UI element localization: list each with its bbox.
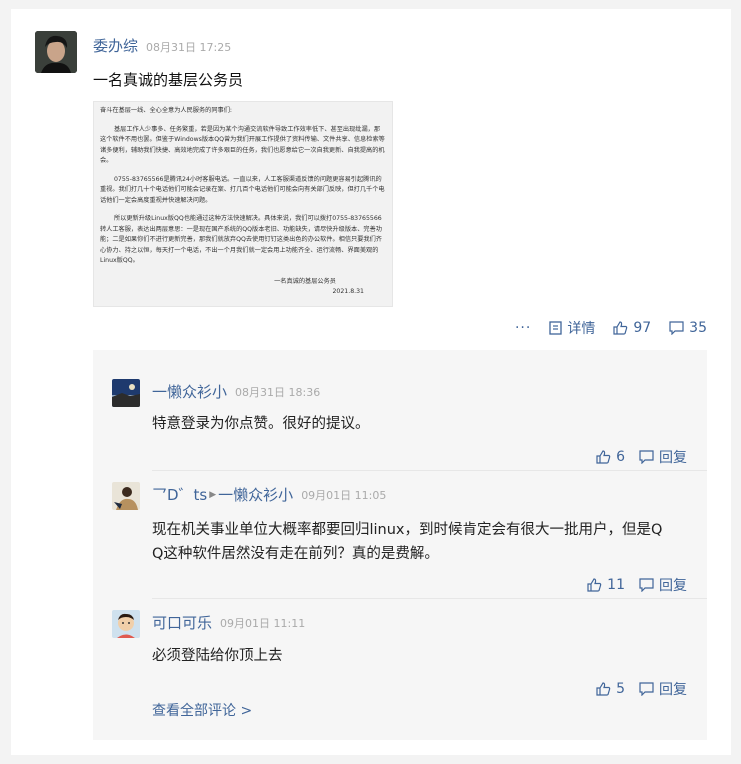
- letter-paragraph-3: 所以更新升级Linux版QQ也能通过这种方法快速解决。具体来说，我们可以拨打07…: [100, 215, 382, 264]
- comment-button[interactable]: 35: [669, 320, 707, 336]
- comment-divider: [152, 598, 707, 599]
- letter-paragraph-2: 0755-83765566是腾讯24小时客服电话。一直以来，人工客服渠道反馈的问…: [100, 175, 385, 204]
- post-time: 08月31日 17:25: [146, 41, 232, 54]
- comment-text: 必须登陆给你顶上去: [152, 648, 283, 664]
- post-image-letter[interactable]: 奋斗在基层一线、全心全意为人民服务的同事们: 基层工作人少事多、任务繁重，若是因…: [93, 101, 393, 307]
- comment-like-button[interactable]: 5: [596, 681, 625, 697]
- commenter-avatar[interactable]: [112, 482, 140, 510]
- author-avatar[interactable]: [35, 31, 77, 73]
- comment-like-count: 6: [616, 449, 625, 465]
- thumbs-up-icon: [587, 578, 602, 592]
- comment-text-line: 现在机关事业单位大概率都要回归linux，到时候肯定会有很大一批用户，但是Q: [152, 522, 663, 538]
- view-all-comments-link[interactable]: 查看全部评论 >: [152, 700, 252, 720]
- commenter-name[interactable]: 一懒众衫小: [152, 381, 227, 402]
- reply-button[interactable]: 回复: [639, 447, 687, 467]
- comment-time: 09月01日 11:05: [301, 488, 387, 502]
- comment-icon: [639, 682, 654, 696]
- comment-like-count: 11: [607, 577, 625, 593]
- like-count: 97: [633, 320, 652, 336]
- comment-time: 08月31日 18:36: [235, 385, 321, 399]
- comment-text: 特意登录为你点赞。很好的提议。: [152, 416, 370, 432]
- letter-signature: 一名真诚的基层公务员: [274, 277, 336, 285]
- comment-actions: 5 回复: [596, 679, 687, 699]
- detail-button[interactable]: 详情: [549, 318, 595, 338]
- letter-paragraph-1: 基层工作人少事多、任务繁重，若是因为某个沟通交流软件导致工作效率低下、甚至出现纰…: [100, 125, 385, 165]
- reply-to-name[interactable]: 一懒众衫小: [218, 484, 293, 505]
- detail-label: 详情: [567, 321, 596, 337]
- post-author-name[interactable]: 委办综: [93, 37, 138, 55]
- comment-header: 可口可乐 09月01日 11:11: [152, 612, 305, 633]
- comment-like-button[interactable]: 11: [587, 577, 625, 593]
- thumbs-up-icon: [613, 321, 628, 335]
- thumbs-up-icon: [596, 682, 611, 696]
- comment-count: 35: [689, 320, 707, 336]
- comment-text: 现在机关事业单位大概率都要回归linux，到时候肯定会有很大一批用户，但是Q Q…: [152, 518, 662, 566]
- letter-date: 2021.8.31: [332, 288, 365, 295]
- comment-icon: [639, 578, 654, 592]
- reply-label: 回复: [659, 578, 687, 594]
- post-author[interactable]: 委办综 08月31日 17:25: [93, 35, 231, 56]
- commenter-name[interactable]: 乛D゛ts: [152, 484, 207, 505]
- commenter-avatar[interactable]: [112, 379, 140, 407]
- comment-header: 乛D゛ts ▶ 一懒众衫小 09月01日 11:05: [152, 484, 386, 505]
- commenter-avatar[interactable]: [112, 610, 140, 638]
- post-actions: ··· 详情 97 35: [515, 318, 707, 338]
- reply-button[interactable]: 回复: [639, 575, 687, 595]
- comment-like-count: 5: [616, 681, 625, 697]
- reply-label: 回复: [659, 682, 687, 698]
- like-button[interactable]: 97: [613, 320, 651, 336]
- reply-label: 回复: [659, 450, 687, 466]
- reply-arrow-icon: ▶: [209, 489, 217, 500]
- letter-greeting: 奋斗在基层一线、全心全意为人民服务的同事们:: [100, 107, 233, 114]
- post-text: 一名真诚的基层公务员: [93, 71, 244, 89]
- commenter-name[interactable]: 可口可乐: [152, 612, 212, 633]
- weibo-post-card: 委办综 08月31日 17:25 一名真诚的基层公务员 奋斗在基层一线、全心全意为…: [11, 9, 731, 755]
- comment-like-button[interactable]: 6: [596, 449, 625, 465]
- comment-divider: [152, 470, 707, 471]
- comment-actions: 11 回复: [587, 575, 687, 595]
- comment-text-line: Q这种软件居然没有走在前列？真的是费解。: [152, 546, 439, 562]
- comment-list: 一懒众衫小 08月31日 18:36 特意登录为你点赞。很好的提议。 6 回复 …: [93, 350, 707, 740]
- comment-actions: 6 回复: [596, 447, 687, 467]
- reply-button[interactable]: 回复: [639, 679, 687, 699]
- comment-icon: [639, 450, 654, 464]
- comment-header: 一懒众衫小 08月31日 18:36: [152, 381, 320, 402]
- comment-icon: [669, 321, 684, 335]
- document-icon: [549, 321, 562, 335]
- thumbs-up-icon: [596, 450, 611, 464]
- comment-time: 09月01日 11:11: [220, 616, 306, 630]
- more-button[interactable]: ···: [515, 320, 531, 336]
- more-label: ···: [514, 320, 532, 336]
